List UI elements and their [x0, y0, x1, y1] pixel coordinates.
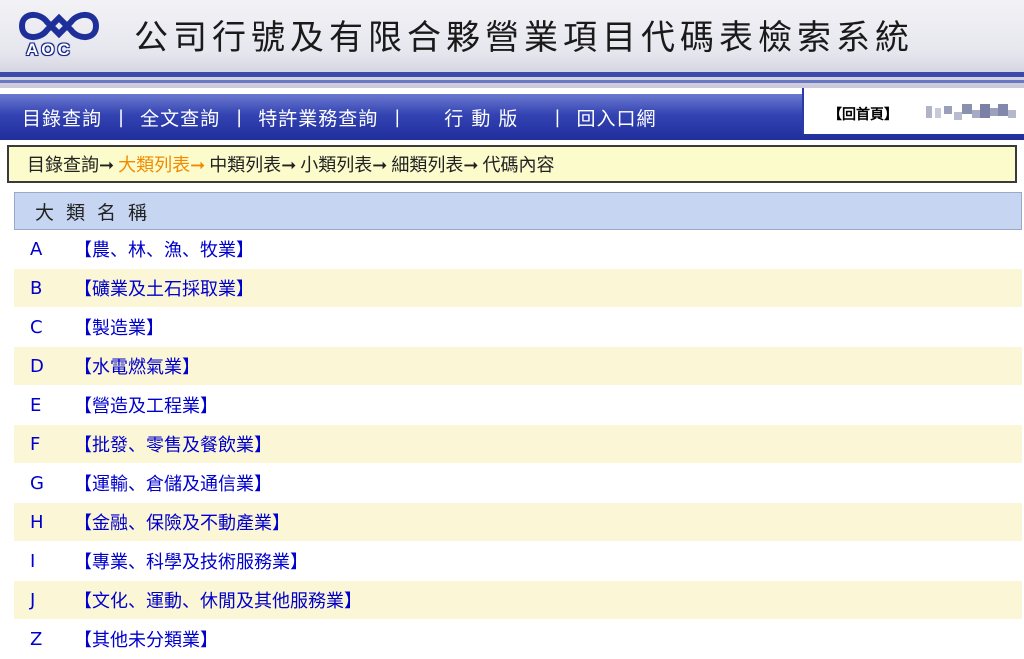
- row-name-link[interactable]: 【金融、保險及不動產業】: [74, 509, 290, 535]
- arrow-right-icon: ➞: [463, 155, 479, 176]
- header-stripe: [0, 72, 1024, 77]
- nav-mobile-version[interactable]: 行 動 版: [444, 104, 518, 131]
- arrow-right-icon: ➞: [372, 155, 388, 176]
- nav-separator: |: [554, 106, 561, 128]
- row-name-link[interactable]: 【文化、運動、休閒及其他服務業】: [74, 587, 362, 613]
- site-title: 公司行號及有限合夥營業項目代碼表檢索系統: [134, 18, 914, 58]
- row-code: D: [30, 355, 44, 377]
- table-row[interactable]: J 【文化、運動、休閒及其他服務業】: [14, 581, 1022, 620]
- breadcrumb-major-category-list[interactable]: 大類列表➞: [118, 151, 209, 177]
- row-code: E: [30, 394, 42, 416]
- table-row[interactable]: C 【製造業】: [14, 308, 1022, 347]
- nav-separator: |: [236, 106, 243, 128]
- nav-licensed-business-query[interactable]: 特許業務查詢: [258, 104, 378, 131]
- row-code: C: [30, 316, 43, 338]
- logo-text: AOC: [26, 40, 73, 59]
- home-box: 【回首頁】: [802, 88, 1024, 134]
- arrow-right-icon: ➞: [281, 155, 297, 176]
- row-code: Z: [30, 628, 43, 650]
- table-row[interactable]: H 【金融、保險及不動產業】: [14, 503, 1022, 542]
- row-code: F: [30, 433, 41, 455]
- breadcrumb-mid-category-list: 中類列表➞: [209, 155, 297, 176]
- nav-catalog-query[interactable]: 目錄查詢: [22, 104, 102, 131]
- pixel-pattern-icon: [926, 104, 1016, 120]
- nav-items: 目錄查詢 | 全文查詢 | 特許業務查詢 | 行 動 版 | 回入口網: [22, 104, 656, 130]
- row-name-link[interactable]: 【農、林、漁、牧業】: [74, 236, 254, 262]
- header-stripe-thin: [0, 80, 1024, 83]
- row-code: A: [30, 238, 43, 260]
- table-row[interactable]: Z 【其他未分類業】: [14, 620, 1022, 659]
- table-header: 大類名稱: [14, 192, 1022, 230]
- breadcrumb-catalog-query[interactable]: 目錄查詢➞: [27, 151, 118, 177]
- table-row[interactable]: E 【營造及工程業】: [14, 386, 1022, 425]
- site-header: AOC 公司行號及有限合夥營業項目代碼表檢索系統: [0, 0, 1024, 88]
- row-code: B: [30, 277, 43, 299]
- major-category-table: 大類名稱 A 【農、林、漁、牧業】 B 【礦業及土石採取業】 C 【製造業】 D 【水電…: [14, 192, 1022, 659]
- row-name-link[interactable]: 【礦業及土石採取業】: [74, 275, 254, 301]
- nav-separator: |: [394, 106, 401, 128]
- row-name-link[interactable]: 【批發、零售及餐飲業】: [74, 431, 272, 457]
- home-link[interactable]: 【回首頁】: [828, 104, 898, 124]
- row-code: I: [30, 550, 36, 572]
- row-name-link[interactable]: 【水電燃氣業】: [74, 353, 200, 379]
- nav-fulltext-query[interactable]: 全文查詢: [140, 104, 220, 131]
- row-name-link[interactable]: 【製造業】: [74, 314, 164, 340]
- breadcrumb: 目錄查詢➞ 大類列表➞ 中類列表➞ 小類列表➞ 細類列表➞ 代碼內容: [7, 145, 1017, 183]
- row-code: J: [30, 589, 36, 611]
- table-row[interactable]: B 【礦業及土石採取業】: [14, 269, 1022, 308]
- row-code: H: [30, 511, 44, 533]
- nav-separator: |: [118, 106, 125, 128]
- breadcrumb-minor-category-list: 小類列表➞: [300, 155, 388, 176]
- row-name-link[interactable]: 【運輸、倉儲及通信業】: [74, 470, 272, 496]
- arrow-right-icon: ➞: [99, 155, 115, 176]
- breadcrumb-code-content: 代碼內容: [482, 155, 555, 176]
- table-row[interactable]: F 【批發、零售及餐飲業】: [14, 425, 1022, 464]
- table-row[interactable]: I 【專業、科學及技術服務業】: [14, 542, 1022, 581]
- table-row[interactable]: A 【農、林、漁、牧業】: [14, 230, 1022, 269]
- row-name-link[interactable]: 【營造及工程業】: [74, 392, 218, 418]
- table-row[interactable]: D 【水電燃氣業】: [14, 347, 1022, 386]
- row-name-link[interactable]: 【專業、科學及技術服務業】: [74, 548, 308, 574]
- nav-portal[interactable]: 回入口網: [576, 104, 656, 131]
- arrow-right-icon: ➞: [190, 155, 206, 176]
- table-row[interactable]: G 【運輸、倉儲及通信業】: [14, 464, 1022, 503]
- row-code: G: [30, 472, 44, 494]
- breadcrumb-detail-category-list: 細類列表➞: [391, 155, 479, 176]
- row-name-link[interactable]: 【其他未分類業】: [74, 626, 218, 652]
